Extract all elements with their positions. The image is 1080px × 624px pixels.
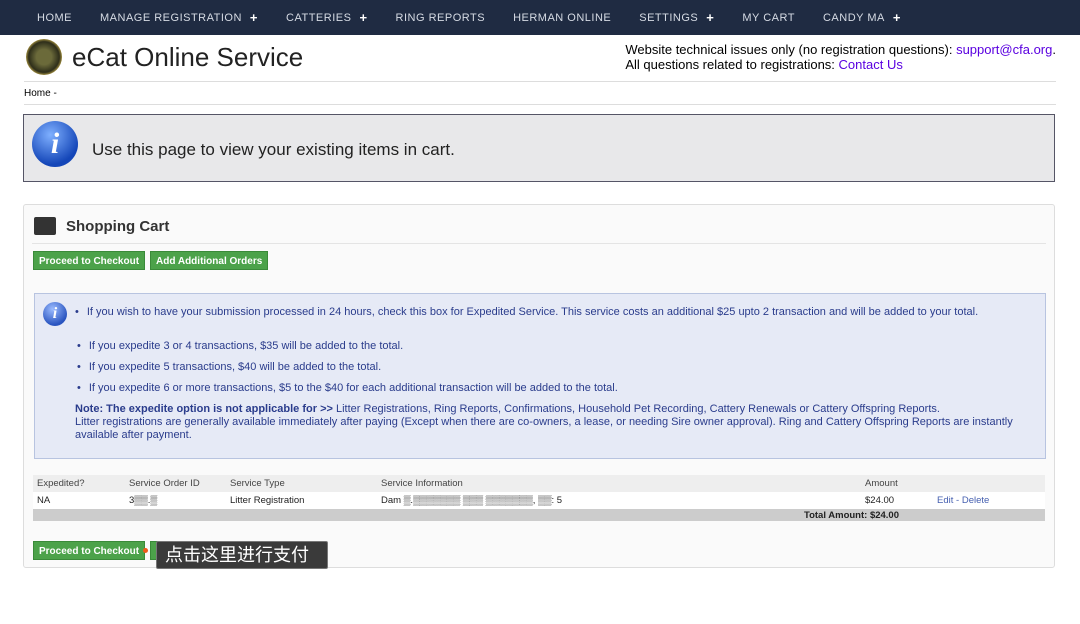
info-icon: i xyxy=(32,121,78,167)
cursor-dot xyxy=(143,548,148,553)
plus-icon[interactable]: + xyxy=(250,10,258,25)
plus-icon[interactable]: + xyxy=(893,10,901,25)
cfa-logo[interactable] xyxy=(26,39,62,75)
support-email-link[interactable]: support@cfa.org xyxy=(956,42,1052,57)
shopping-cart-panel: Shopping Cart Proceed to Checkout Add Ad… xyxy=(23,204,1055,568)
link-cattery-renewals[interactable]: Cattery Renewals xyxy=(710,403,797,415)
table-header: Expedited? Service Order ID Service Type Se… xyxy=(33,475,1045,492)
info-banner: i Use this page to view your existing it… xyxy=(23,114,1055,182)
proceed-to-checkout-button[interactable]: Proceed to Checkout xyxy=(33,251,146,270)
link-cattery-offspring[interactable]: Cattery Offspring Reports xyxy=(812,403,937,415)
nav-item-candy-ma[interactable]: CANDY MA + xyxy=(823,10,901,25)
cart-title: Shopping Cart xyxy=(66,218,170,235)
add-additional-orders-button[interactable]: Add Additional Orders xyxy=(150,251,269,270)
link-confirmations[interactable]: Confirmations xyxy=(504,403,572,415)
breadcrumb[interactable]: Home - xyxy=(24,88,57,99)
top-nav: HOME MANAGE REGISTRATION + CATTERIES + RING R… xyxy=(0,0,1080,35)
nav-item-my-cart[interactable]: MY CART xyxy=(742,12,795,24)
nav-item-catteries[interactable]: CATTERIES + xyxy=(286,10,368,25)
plus-icon[interactable]: + xyxy=(706,10,714,25)
cart-table: Expedited? Service Order ID Service Type Se… xyxy=(33,475,1045,521)
site-title: eCat Online Service xyxy=(72,42,304,72)
nav-item-manage-registration[interactable]: MANAGE REGISTRATION + xyxy=(100,10,258,25)
nav-item-ring-reports[interactable]: RING REPORTS xyxy=(396,12,486,24)
info-text: Use this page to view your existing item… xyxy=(92,140,455,159)
edit-link[interactable]: Edit xyxy=(937,495,953,506)
link-ring[interactable]: Ring Reports xyxy=(434,403,498,415)
link-hhp[interactable]: Household Pet Recording xyxy=(578,403,703,415)
info-icon: i xyxy=(43,302,67,326)
total-row: Total Amount: $24.00 xyxy=(33,509,1045,521)
nav-item-settings[interactable]: SETTINGS + xyxy=(639,10,714,25)
expedite-note: i • If you wish to have your submission p… xyxy=(34,293,1046,459)
contact-us-link[interactable]: Contact Us xyxy=(839,57,903,72)
nav-item-home[interactable]: HOME xyxy=(37,12,72,24)
table-row: NA 3▒▒.▒ Litter Registration Dam ▒.▒▒▒▒▒▒▒ … xyxy=(33,492,1045,509)
annotation-tooltip: 点击这里进行支付 xyxy=(156,541,328,569)
cart-icon xyxy=(34,217,56,235)
site-header: eCat Online Service Website technical is… xyxy=(24,38,1056,82)
nav-item-herman-online[interactable]: HERMAN ONLINE xyxy=(513,12,611,24)
contact-info: Website technical issues only (no regist… xyxy=(625,42,1056,72)
proceed-to-checkout-button-bottom[interactable]: Proceed to Checkout xyxy=(33,541,146,560)
divider xyxy=(24,104,1056,105)
link-litter[interactable]: Litter Registrations xyxy=(336,403,428,415)
plus-icon[interactable]: + xyxy=(359,10,367,25)
total-amount: Total Amount: $24.00 xyxy=(803,509,899,521)
delete-link[interactable]: Delete xyxy=(962,495,989,506)
divider xyxy=(32,243,1046,244)
